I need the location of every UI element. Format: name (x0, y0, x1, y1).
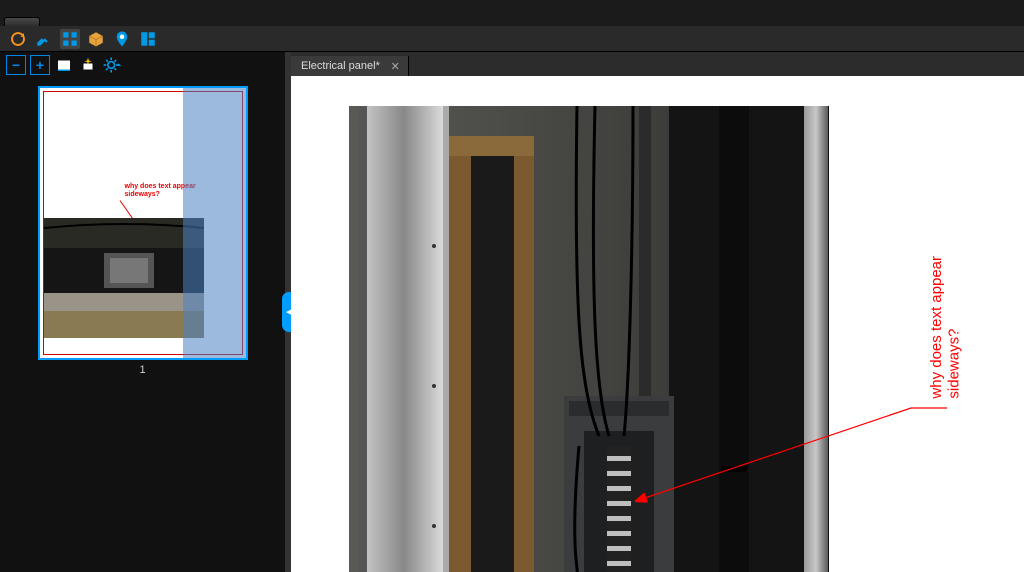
main-toolbar (0, 26, 1024, 52)
document-tab-title: Electrical panel* (301, 60, 380, 72)
body: − + why does text appear sideways? (0, 52, 1024, 572)
annotation-text[interactable]: why does text appear sideways? (928, 256, 963, 399)
app-root: − + why does text appear sideways? (0, 0, 1024, 572)
document-tab-strip: Electrical panel* ✕ (291, 52, 1024, 76)
tile-icon[interactable] (54, 55, 74, 75)
location-icon[interactable] (112, 29, 132, 49)
layout-icon[interactable] (138, 29, 158, 49)
window-tab-strip (0, 0, 1024, 26)
canvas[interactable]: why does text appear sideways? (291, 76, 1024, 572)
expand-all-button[interactable]: + (30, 55, 50, 75)
thumbnail-item[interactable]: why does text appear sideways? (38, 86, 248, 376)
thumbnail-panel: − + why does text appear sideways? (0, 52, 285, 572)
gear-icon[interactable] (102, 55, 122, 75)
thumbnail-photo (44, 218, 204, 338)
thumbnail-list: why does text appear sideways? (0, 78, 285, 572)
collapse-all-button[interactable]: − (6, 55, 26, 75)
document-photo (349, 106, 829, 572)
thumbnail-toolbar: − + (0, 52, 285, 78)
grid-icon[interactable] (60, 29, 80, 49)
pin-icon[interactable] (34, 29, 54, 49)
package-icon[interactable] (86, 29, 106, 49)
thumbnail-viewport-indicator (183, 88, 246, 358)
refresh-icon[interactable] (8, 29, 28, 49)
thumbnail-page-number: 1 (38, 364, 248, 376)
window-tab[interactable] (4, 17, 40, 26)
document-page: why does text appear sideways? (291, 76, 1024, 572)
close-icon[interactable]: ✕ (391, 60, 400, 73)
sparkle-icon[interactable] (78, 55, 98, 75)
document-area: Electrical panel* ✕ (291, 52, 1024, 572)
document-tab[interactable]: Electrical panel* ✕ (291, 56, 409, 76)
thumbnail-page[interactable]: why does text appear sideways? (38, 86, 248, 360)
